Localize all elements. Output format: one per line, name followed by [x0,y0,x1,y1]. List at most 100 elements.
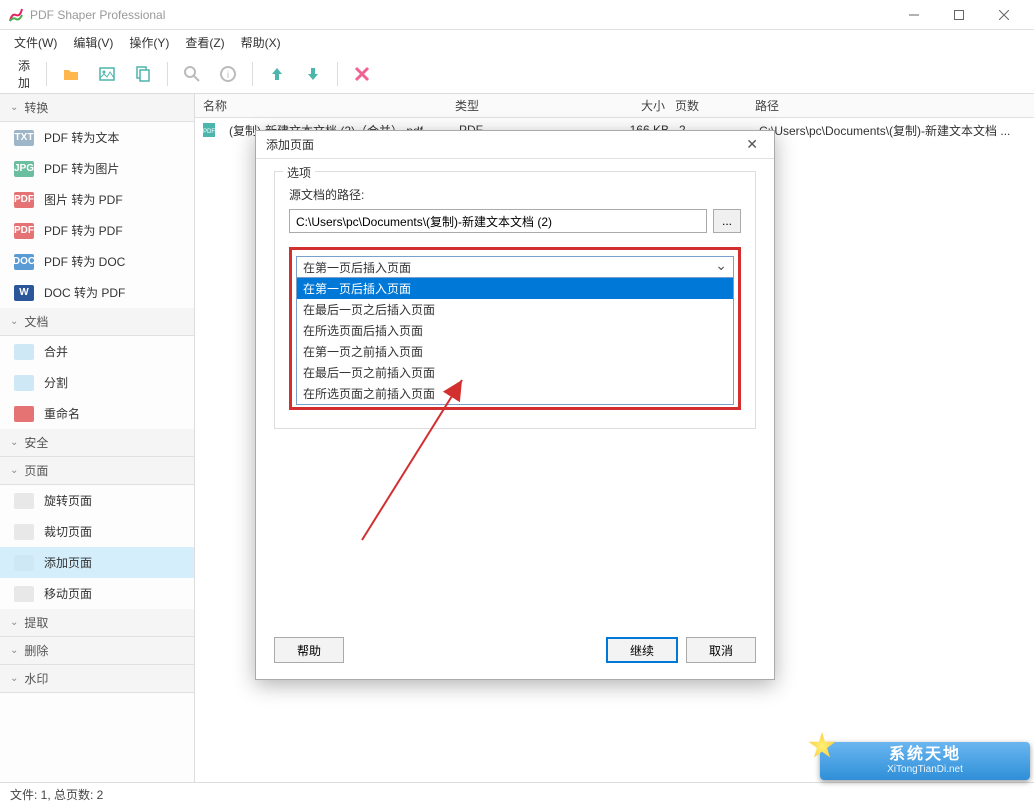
watermark-url: XiTongTianDi.net [887,764,963,776]
sidebar-item-label: 裁切页面 [44,523,92,540]
folder-icon [62,65,80,83]
sidebar-item-icon [14,493,34,509]
copy-icon [134,65,152,83]
col-path[interactable]: 路径 [755,97,1034,114]
sidebar-item[interactable]: 合并 [0,336,194,367]
search-button[interactable] [176,58,208,90]
sidebar-section-header[interactable]: ⌄转换 [0,94,194,122]
col-size[interactable]: 大小 [595,97,675,114]
minimize-button[interactable] [891,0,936,30]
sidebar-item[interactable]: JPGPDF 转为图片 [0,153,194,184]
combo-option[interactable]: 在第一页之前插入页面 [297,341,733,362]
sidebar-item[interactable]: PDF 图片 转为 PDF [0,184,194,215]
options-group: 选项 源文档的路径: ... 在第一页后插入页面 在第一页后插入页面在最后一页之… [274,171,756,429]
sidebar-item[interactable]: 添加页面 [0,547,194,578]
help-button[interactable]: 帮助 [274,637,344,663]
sidebar-item[interactable]: 重命名 [0,398,194,429]
menu-file[interactable]: 文件(W) [6,32,65,53]
svg-text:i: i [227,70,229,81]
move-up-button[interactable] [261,58,293,90]
combo-option[interactable]: 在最后一页之后插入页面 [297,299,733,320]
sidebar-item-icon [14,524,34,540]
app-icon [8,7,24,23]
sidebar-item-label: PDF 转为 PDF [44,222,123,239]
sidebar-section-header[interactable]: ⌄提取 [0,609,194,637]
sidebar-section-header[interactable]: ⌄安全 [0,429,194,457]
sidebar-item[interactable]: DOCPDF 转为 DOC [0,246,194,277]
toolbar: 添加 i [0,54,1034,94]
info-button[interactable]: i [212,58,244,90]
combo-selected: 在第一页后插入页面 [303,259,411,276]
sidebar-item[interactable]: WDOC 转为 PDF [0,277,194,308]
menu-help[interactable]: 帮助(X) [233,32,289,53]
sidebar-item[interactable]: 旋转页面 [0,485,194,516]
sidebar-section-header[interactable]: ⌄水印 [0,665,194,693]
sidebar-item-icon [14,586,34,602]
sidebar-item-label: 旋转页面 [44,492,92,509]
highlighted-dropdown: 在第一页后插入页面 在第一页后插入页面在最后一页之后插入页面在所选页面后插入页面… [289,247,741,410]
continue-button[interactable]: 继续 [606,637,678,663]
close-button[interactable] [981,0,1026,30]
folder-button[interactable] [55,58,87,90]
combo-option[interactable]: 在第一页后插入页面 [297,278,733,299]
sidebar-section-header[interactable]: ⌄删除 [0,637,194,665]
sidebar-item-label: 合并 [44,343,68,360]
add-button[interactable]: 添加 [6,58,38,90]
cancel-button[interactable]: 取消 [686,637,756,663]
sidebar-item-label: 图片 转为 PDF [44,191,123,208]
dialog-title: 添加页面 [266,136,314,153]
sidebar: ⌄转换TXTPDF 转为文本JPGPDF 转为图片PDF图片 转为 PDFPDF… [0,94,195,782]
status-text: 文件: 1, 总页数: 2 [10,786,103,803]
watermark-badge: 系统天地 XiTongTianDi.net [820,742,1030,780]
sidebar-item-label: PDF 转为文本 [44,129,119,146]
pdf-file-icon: PDF [201,122,217,138]
menu-bar: 文件(W) 编辑(V) 操作(Y) 查看(Z) 帮助(X) [0,30,1034,54]
insert-position-combo[interactable]: 在第一页后插入页面 [296,256,734,278]
sidebar-item[interactable]: PDF PDF 转为 PDF [0,215,194,246]
menu-view[interactable]: 查看(Z) [177,32,232,53]
x-icon [353,65,371,83]
svg-text:PDF: PDF [203,129,215,135]
sidebar-item-icon: PDF [14,223,34,239]
combo-option[interactable]: 在所选页面之前插入页面 [297,383,733,404]
sidebar-section-header[interactable]: ⌄页面 [0,457,194,485]
sidebar-item-label: PDF 转为图片 [44,160,119,177]
sidebar-item[interactable]: 分割 [0,367,194,398]
sidebar-item-label: PDF 转为 DOC [44,253,125,270]
add-label: 添加 [18,57,30,91]
watermark-title: 系统天地 [889,746,961,764]
combo-option[interactable]: 在所选页面后插入页面 [297,320,733,341]
copy-button[interactable] [127,58,159,90]
source-path-input[interactable] [289,209,707,233]
col-pages[interactable]: 页数 [675,97,755,114]
sidebar-item-label: DOC 转为 PDF [44,284,125,301]
sidebar-item-icon [14,344,34,360]
col-type[interactable]: 类型 [455,97,595,114]
move-down-button[interactable] [297,58,329,90]
menu-edit[interactable]: 编辑(V) [65,32,121,53]
group-label: 选项 [283,164,315,181]
add-pages-dialog: 添加页面 ✕ 选项 源文档的路径: ... 在第一页后插入页面 在第一页后插入页… [255,130,775,680]
sidebar-item-label: 重命名 [44,405,80,422]
sidebar-item-icon: PDF [14,192,34,208]
browse-button[interactable]: ... [713,209,741,233]
image-button[interactable] [91,58,123,90]
sidebar-item-icon: TXT [14,130,34,146]
sidebar-section-header[interactable]: ⌄文档 [0,308,194,336]
search-icon [183,65,201,83]
combo-dropdown-list: 在第一页后插入页面在最后一页之后插入页面在所选页面后插入页面在第一页之前插入页面… [296,278,734,405]
maximize-button[interactable] [936,0,981,30]
sidebar-item[interactable]: 裁切页面 [0,516,194,547]
col-name[interactable]: 名称 [195,97,455,114]
sidebar-item[interactable]: 移动页面 [0,578,194,609]
status-bar: 文件: 1, 总页数: 2 [0,782,1034,806]
delete-button[interactable] [346,58,378,90]
sidebar-item[interactable]: TXT PDF 转为文本 [0,122,194,153]
list-header: 名称 类型 大小 页数 路径 [195,94,1034,118]
dialog-close-button[interactable]: ✕ [740,136,764,153]
sidebar-item-label: 添加页面 [44,554,92,571]
dialog-titlebar: 添加页面 ✕ [256,131,774,159]
menu-operate[interactable]: 操作(Y) [121,32,177,53]
combo-option[interactable]: 在最后一页之前插入页面 [297,362,733,383]
title-bar: PDF Shaper Professional [0,0,1034,30]
